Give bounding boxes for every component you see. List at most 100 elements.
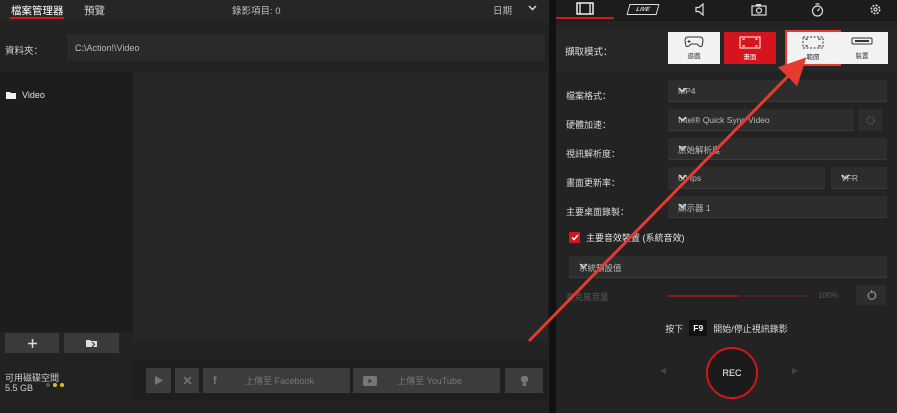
mode-region-button[interactable]: 範圍 [785, 30, 841, 66]
screen-capture-icon [739, 36, 761, 49]
video-resolution-row: 視訊解析度： 原始解析度 [556, 138, 897, 166]
record-button-label: REC [722, 368, 742, 378]
recorded-items-count: 錄影項目: 0 [232, 6, 281, 17]
play-button[interactable] [146, 368, 171, 393]
primary-audio-device-label: 主要音效裝置 (系統音效) [586, 233, 685, 243]
frame-rate-row: 畫面更新率： 60 fps VFR [556, 167, 897, 195]
folder-tree: Video [0, 72, 133, 332]
mode-game-label: 遊戲 [687, 53, 701, 60]
frame-rate-mode-select[interactable]: VFR [831, 167, 887, 189]
hardware-acceleration-label: 硬體加速： [566, 120, 612, 130]
upload-facebook-label: 上傳至 Facebook [244, 376, 315, 386]
youtube-icon [363, 375, 377, 386]
file-manager-panel: 檔案管理器 預覽 錄影項目: 0 日期 資料夾： C:\Action!\Vide… [0, 0, 549, 413]
upload-youtube-button[interactable]: 上傳至 YouTube [353, 368, 500, 393]
hardware-acceleration-settings-button[interactable] [858, 109, 882, 131]
sort-selector[interactable]: 日期 [493, 3, 512, 17]
hotkey-prefix: 按下 [665, 323, 684, 334]
mode-game-button[interactable]: 遊戲 [668, 32, 720, 64]
add-folder-button[interactable] [5, 333, 59, 353]
upload-facebook-button[interactable]: f 上傳至 Facebook [203, 368, 350, 393]
file-format-label: 檔案格式： [566, 91, 612, 101]
timer-icon [811, 2, 824, 17]
checkbox-checked-icon[interactable] [569, 232, 580, 243]
tree-item-video[interactable]: Video [6, 90, 45, 100]
hotkey-description: 開始/停止視訊錄影 [713, 323, 788, 334]
upload-youtube-label: 上傳至 YouTube [397, 376, 462, 386]
gear-icon [865, 115, 876, 126]
speaker-icon [695, 3, 707, 16]
chevron-down-icon [678, 87, 882, 93]
video-resolution-select[interactable]: 原始解析度 [668, 138, 887, 160]
delete-button[interactable] [175, 368, 199, 393]
mode-screen-label: 畫面 [743, 53, 757, 61]
live-icon: LIVE [626, 4, 660, 15]
gamepad-icon [684, 36, 704, 48]
chevron-down-icon [579, 263, 882, 269]
film-icon [576, 2, 594, 15]
camera-icon [751, 3, 767, 16]
audio-device-select[interactable]: 系統預設值 [569, 256, 887, 278]
mode-device-button[interactable]: 裝置 [836, 32, 888, 64]
open-folder-icon [85, 338, 98, 348]
settings-tab-bar: LIVE [556, 0, 897, 21]
primary-desktop-row: 主要桌面錄製： 顯示器 1 [556, 196, 897, 224]
browse-folder-button[interactable]: ... [75, 43, 537, 53]
chevron-down-icon[interactable] [528, 5, 537, 11]
frame-rate-select[interactable]: 60 fps [668, 167, 825, 189]
hotkey-key: F9 [689, 320, 708, 336]
primary-desktop-label: 主要桌面錄製： [566, 207, 630, 217]
file-list-area[interactable] [133, 72, 547, 342]
settings-panel: LIVE 擷取模式： 遊戲 畫面 範圍 裝置 檔案格式： MP4 硬體加速： I… [556, 0, 897, 413]
hotkey-hint: 按下 F9 開始/停止視訊錄影 [556, 318, 897, 338]
mode-region-label: 範圍 [806, 53, 820, 61]
disk-usage-indicator [46, 383, 64, 387]
reset-volume-button[interactable] [856, 285, 886, 305]
chevron-left-icon: ◀ [660, 366, 667, 375]
mode-device-label: 裝置 [855, 53, 869, 60]
folder-icon [6, 91, 16, 99]
active-tab-indicator [10, 17, 64, 19]
capture-mode-section: 擷取模式： 遊戲 畫面 範圍 裝置 [556, 27, 897, 71]
free-disk-size: 5.5 GB [5, 383, 34, 393]
tab-benchmark[interactable] [788, 0, 846, 19]
mode-screen-button[interactable]: 畫面 [724, 32, 776, 64]
capture-mode-label: 擷取模式： [565, 47, 613, 58]
hardware-acceleration-select[interactable]: Intel® Quick Sync Video [668, 109, 854, 131]
region-icon [802, 36, 824, 49]
panel-divider [549, 0, 556, 413]
microphone-volume-percent: 100% [818, 291, 839, 300]
chevron-down-icon [678, 116, 849, 122]
microphone-volume-label: 麥克風音量 [566, 292, 609, 302]
primary-desktop-select[interactable]: 顯示器 1 [668, 196, 887, 218]
hardware-acceleration-row: 硬體加速： Intel® Quick Sync Video [556, 109, 897, 137]
reset-icon [866, 289, 877, 301]
record-button[interactable]: REC [706, 347, 758, 399]
chevron-down-icon [841, 174, 882, 180]
tab-preview[interactable]: 預覽 [84, 3, 105, 18]
tab-file-manager[interactable]: 檔案管理器 [11, 3, 64, 18]
file-format-select[interactable]: MP4 [668, 80, 887, 102]
tips-button[interactable] [505, 368, 543, 393]
tab-settings[interactable] [846, 0, 897, 19]
tab-live[interactable]: LIVE [614, 0, 672, 19]
primary-audio-device-toggle[interactable]: 主要音效裝置 (系統音效) [569, 231, 685, 244]
close-icon [182, 376, 192, 385]
tree-item-label: Video [22, 90, 45, 100]
plus-icon [27, 338, 38, 349]
chevron-right-icon: ▶ [792, 366, 799, 375]
microphone-volume-fill [668, 295, 738, 297]
chevron-down-icon [678, 174, 820, 180]
folder-label: 資料夾： [5, 46, 44, 57]
tab-audio[interactable] [672, 0, 730, 19]
facebook-icon: f [213, 374, 217, 387]
play-icon [154, 376, 163, 385]
lightbulb-icon [520, 375, 529, 387]
folder-bar: 資料夾： C:\Action!\Video ... [0, 34, 549, 62]
chevron-down-icon [678, 145, 882, 151]
video-resolution-label: 視訊解析度： [566, 149, 621, 159]
open-folder-button[interactable] [64, 333, 119, 353]
tab-screenshot[interactable] [730, 0, 788, 19]
folder-path-field[interactable]: C:\Action!\Video ... [67, 34, 545, 61]
tab-video-recording[interactable] [556, 0, 614, 19]
